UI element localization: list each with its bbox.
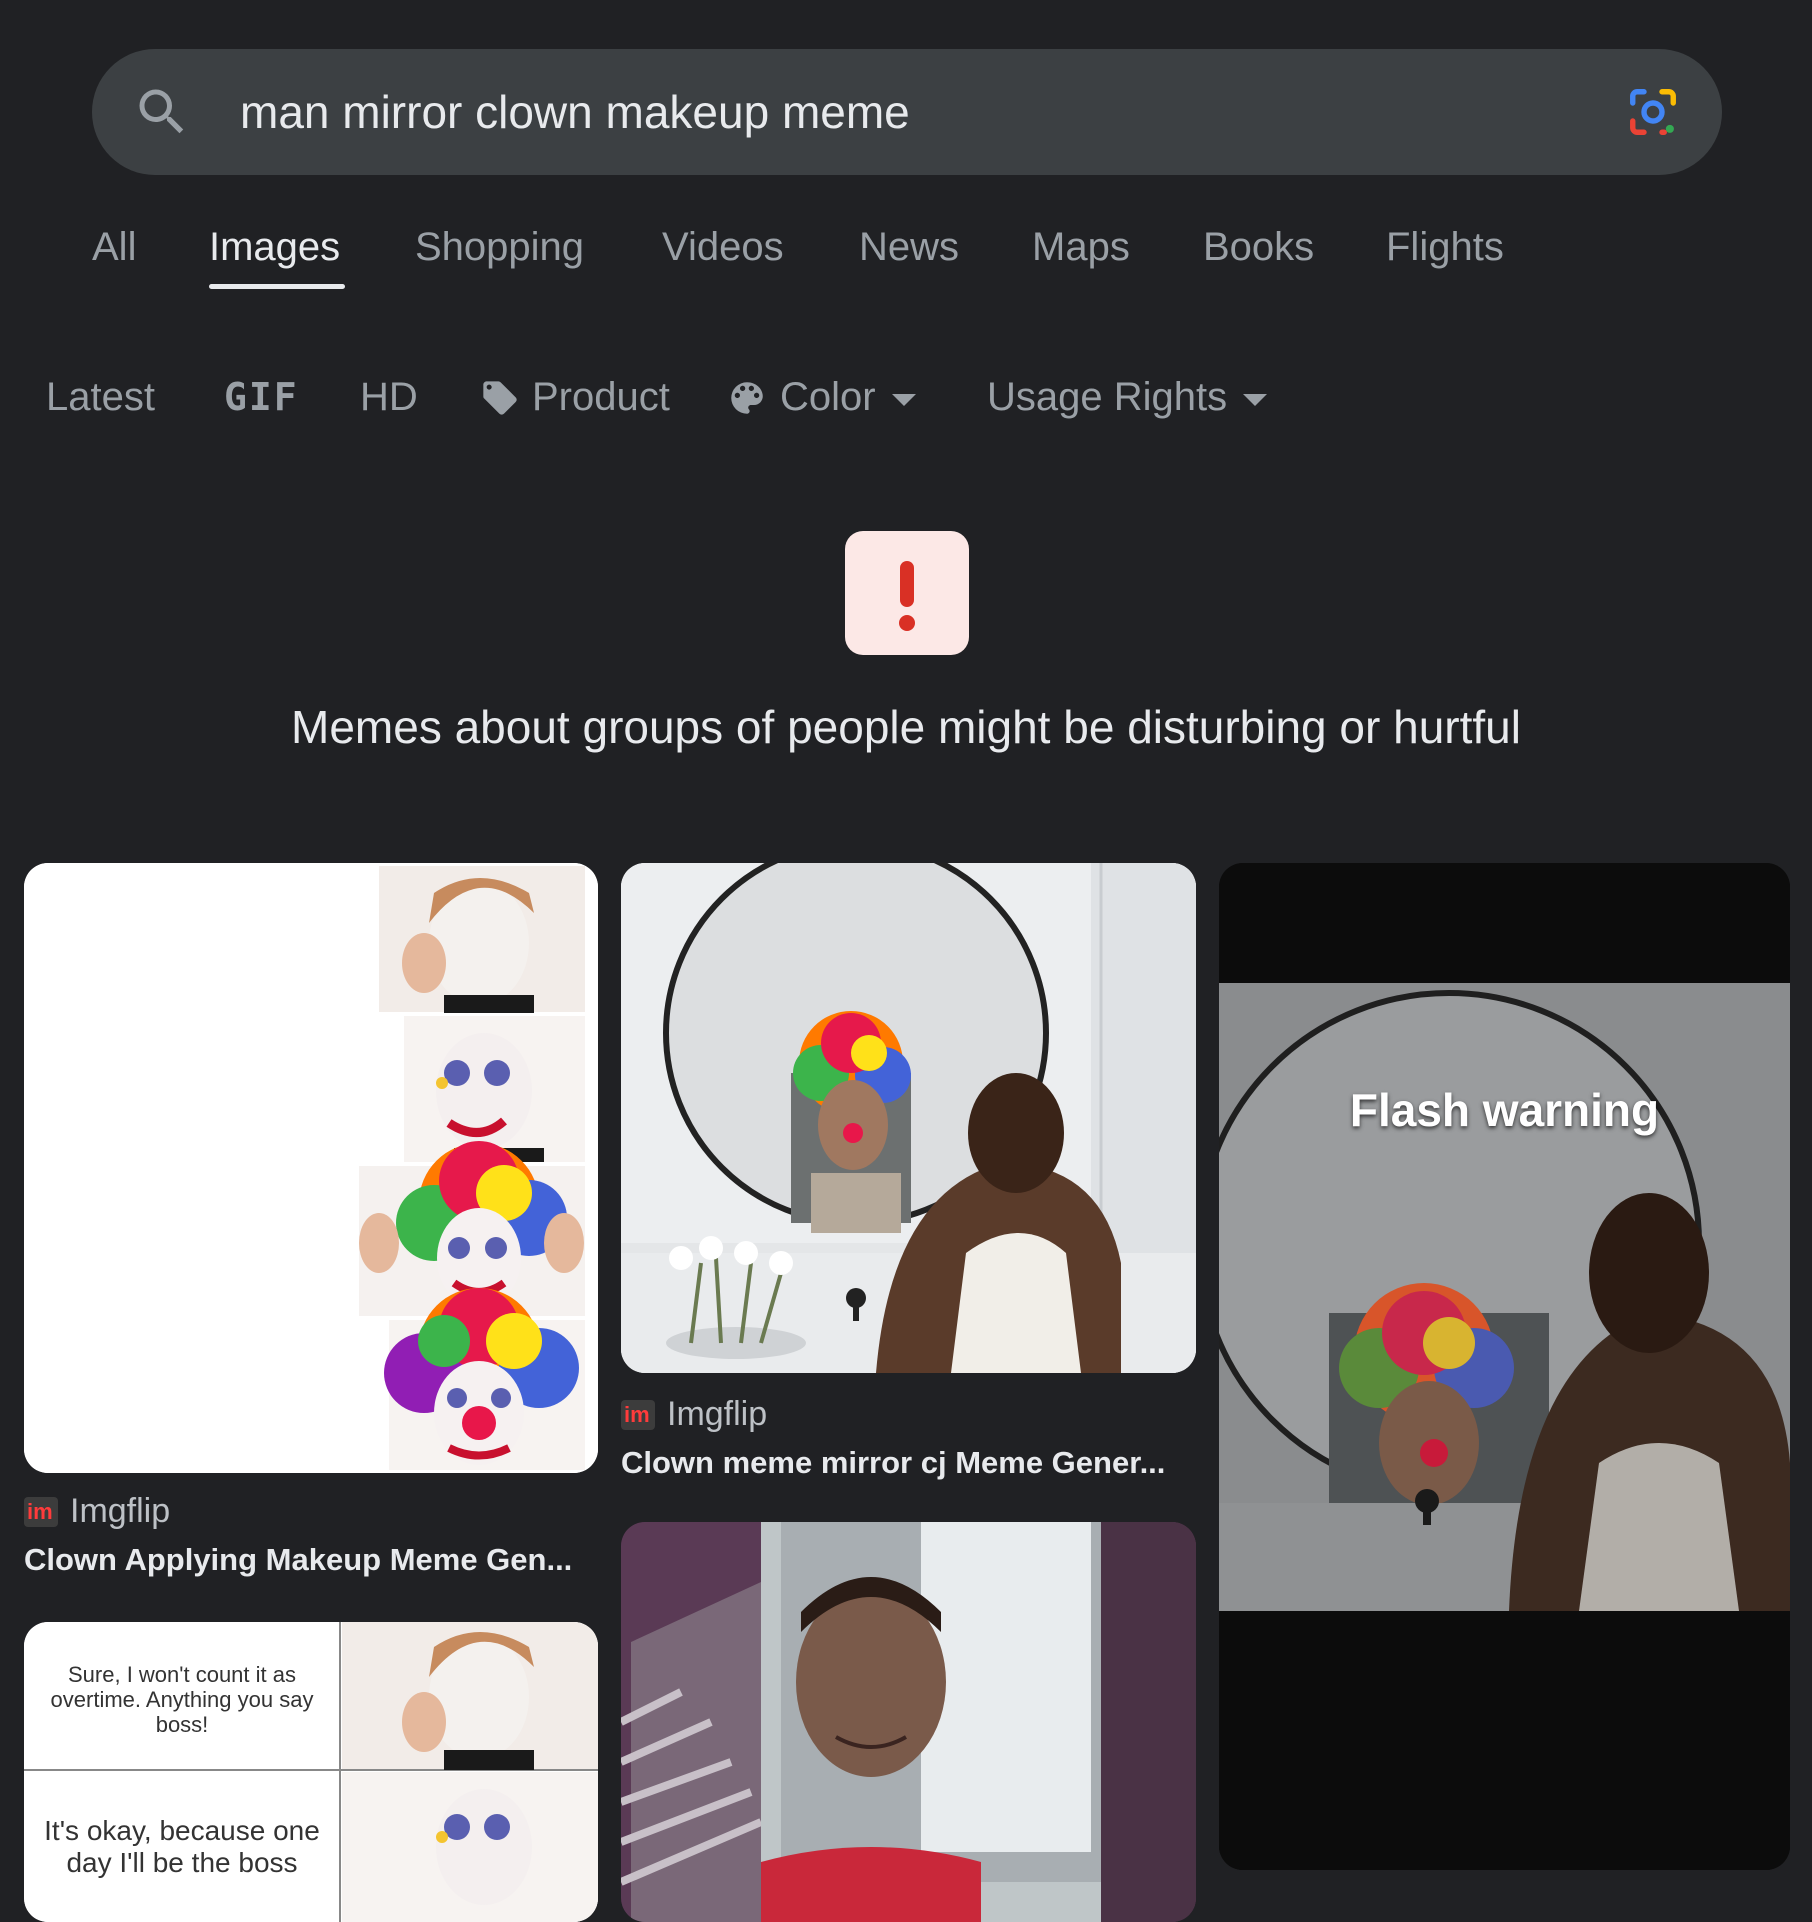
tab-flights[interactable]: Flights <box>1386 225 1504 270</box>
chip-color-label: Color <box>780 375 876 419</box>
chip-hd[interactable]: HD <box>360 375 418 420</box>
chevron-down-icon <box>1243 393 1268 406</box>
chip-gif[interactable]: GIF <box>224 375 299 419</box>
result-image-flash-warning[interactable]: Flash warning <box>1219 863 1790 1870</box>
result-image-man-window-mirror[interactable] <box>621 1522 1196 1922</box>
result-image-clown-makeup-boss[interactable]: Sure, I won't count it as overtime. Anyt… <box>24 1622 598 1922</box>
tab-images[interactable]: Images <box>209 225 340 270</box>
chip-gif-label: GIF <box>224 375 299 419</box>
chip-product[interactable]: Product <box>480 375 670 420</box>
search-tabs: All Images Shopping Videos News Maps Boo… <box>0 215 1812 295</box>
tab-videos[interactable]: Videos <box>662 225 784 270</box>
exclamation-mark-dot <box>899 615 915 631</box>
tab-maps[interactable]: Maps <box>1032 225 1130 270</box>
search-input[interactable]: man mirror clown makeup meme <box>240 49 910 175</box>
meme-text-top: Sure, I won't count it as overtime. Anyt… <box>50 1662 314 1737</box>
result-source-label: Imgflip <box>667 1395 768 1433</box>
warning-icon <box>845 531 969 655</box>
search-icon[interactable] <box>132 82 192 142</box>
chip-latest[interactable]: Latest <box>46 375 155 420</box>
tab-shopping[interactable]: Shopping <box>415 225 584 270</box>
imgflip-favicon: im <box>24 1496 58 1527</box>
chip-hd-label: HD <box>360 375 418 419</box>
google-lens-icon[interactable] <box>1626 85 1680 139</box>
content-warning-message: Memes about groups of people might be di… <box>291 701 1521 753</box>
tag-icon <box>483 380 517 415</box>
clown-mirror-gif-preview <box>1219 863 1790 1870</box>
clown-makeup-meme-image <box>24 863 598 1473</box>
chip-latest-label: Latest <box>46 375 155 419</box>
result-source-imgflip[interactable]: im Imgflip <box>621 1395 767 1434</box>
result-source-label: Imgflip <box>70 1492 171 1530</box>
filter-chips: Latest GIF HD Product Color Usage Rights <box>0 370 1812 430</box>
chevron-down-icon <box>891 393 916 406</box>
exclamation-mark-bar <box>900 561 914 607</box>
result-image-clown-applying-makeup[interactable] <box>24 863 598 1473</box>
chip-product-label: Product <box>532 375 670 419</box>
tab-books[interactable]: Books <box>1203 225 1314 270</box>
tab-news[interactable]: News <box>859 225 959 270</box>
meme-text-bottom: It's okay, because one day I'll be the b… <box>44 1815 320 1878</box>
chip-color[interactable]: Color <box>726 375 916 420</box>
result-title[interactable]: Clown meme mirror cj Meme Gener... <box>621 1445 1165 1481</box>
active-tab-indicator <box>209 284 345 289</box>
clown-mirror-meme-image <box>621 863 1196 1373</box>
flash-warning-label: Flash warning <box>1349 1084 1660 1136</box>
result-source-imgflip[interactable]: im Imgflip <box>24 1492 170 1531</box>
result-title[interactable]: Clown Applying Makeup Meme Gen... <box>24 1542 572 1578</box>
result-image-clown-mirror-cj[interactable] <box>621 863 1196 1373</box>
chip-usage-rights[interactable]: Usage Rights <box>987 375 1268 420</box>
imgflip-favicon: im <box>621 1399 655 1430</box>
tab-all[interactable]: All <box>92 225 136 270</box>
search-bar[interactable]: man mirror clown makeup meme <box>92 49 1722 175</box>
man-mirror-photo <box>621 1522 1196 1922</box>
chip-usage-rights-label: Usage Rights <box>987 375 1228 419</box>
palette-icon <box>731 381 763 414</box>
